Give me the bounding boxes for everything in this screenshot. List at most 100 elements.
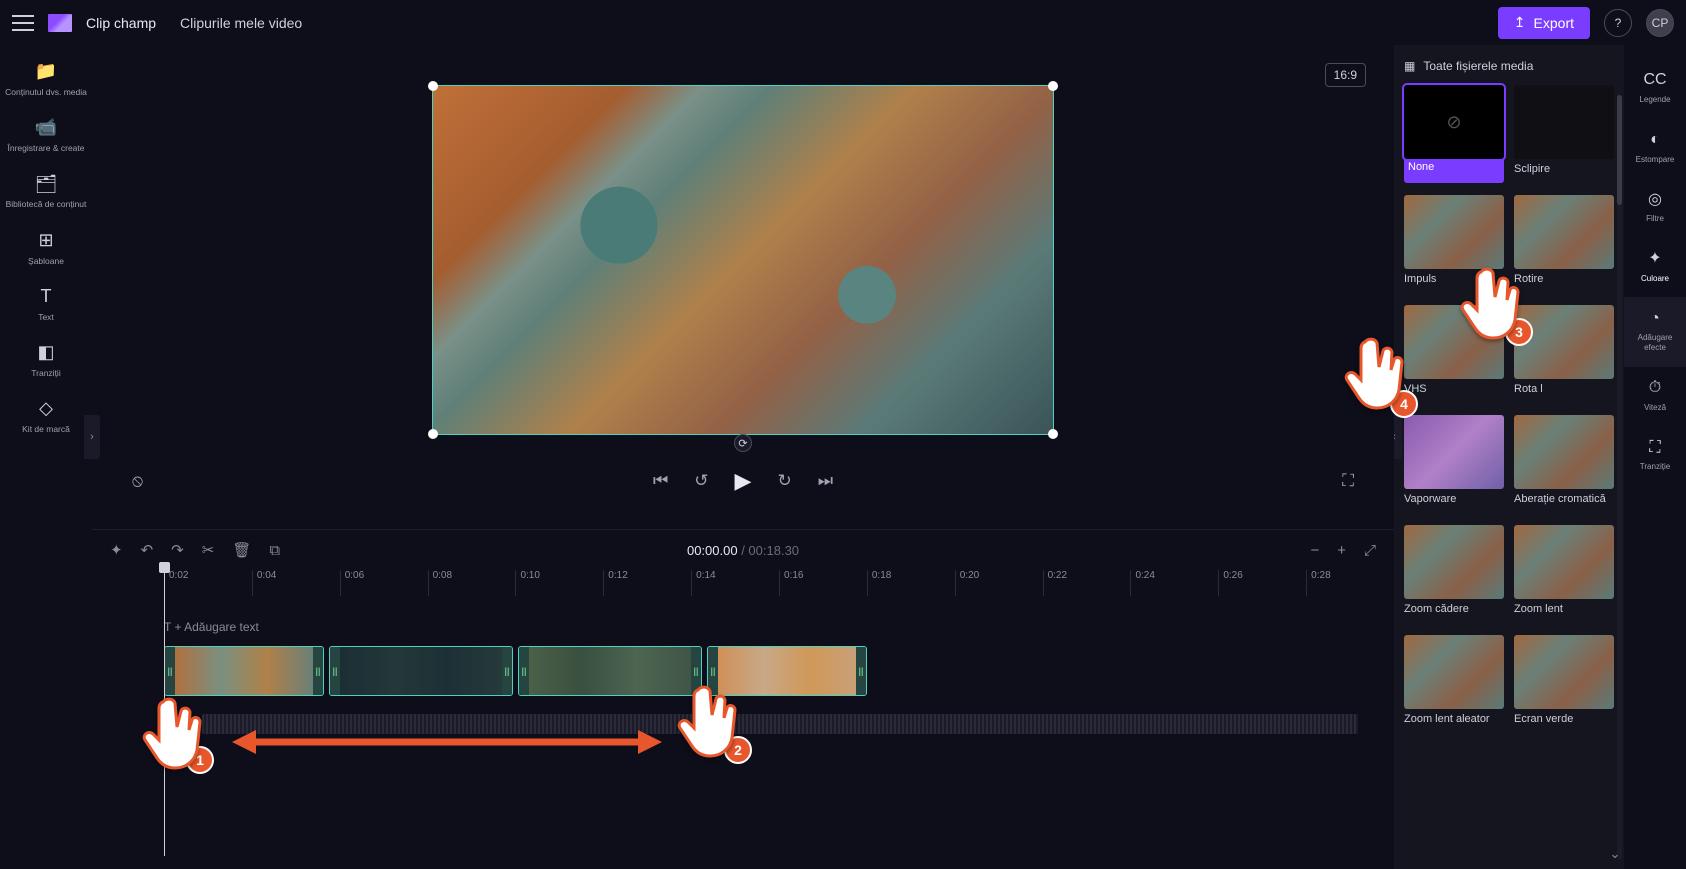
sidebar-item[interactable]: ⊞Șabloane — [0, 222, 92, 278]
panel-collapse-down-button[interactable]: ⌄ — [1604, 845, 1624, 863]
undo-button[interactable]: ↶ — [141, 541, 154, 559]
nav-icon: 📹 — [4, 117, 88, 139]
timecode: 00:00.00 / 00:18.30 — [687, 543, 799, 558]
aspect-ratio-button[interactable]: 16:9 — [1325, 63, 1366, 87]
effect-item[interactable]: Zoom lent — [1514, 525, 1614, 627]
upload-icon: ↥ — [1514, 14, 1526, 31]
skip-back-button[interactable]: ⏮ — [653, 471, 668, 491]
scrollbar[interactable] — [1617, 95, 1622, 859]
ruler-tick: 0:06 — [340, 570, 428, 596]
fit-button[interactable]: ⤢ — [1364, 542, 1376, 559]
split-button[interactable]: ✂ — [202, 541, 215, 559]
timeline-clip[interactable]: |||| — [329, 646, 513, 696]
timeline-clip[interactable]: |||| — [518, 646, 702, 696]
add-text-button[interactable]: T + Adăugare text — [164, 620, 1376, 634]
effect-thumbnail — [1514, 85, 1614, 159]
redo-button[interactable]: ↷ — [171, 541, 184, 559]
resize-handle-tr[interactable] — [1048, 81, 1058, 91]
effects-panel: ‹ ▦ Toate fișierele media ⊘NoneSclipireI… — [1394, 45, 1624, 869]
nav-label: Legende — [1626, 95, 1684, 105]
ruler-tick: 0:04 — [252, 570, 340, 596]
effect-label: Sclipire — [1514, 163, 1614, 187]
export-label: Export — [1534, 15, 1574, 31]
right-nav-item[interactable]: ⏱ Viteză — [1624, 367, 1686, 427]
app-logo — [48, 14, 72, 32]
breadcrumb[interactable]: Clipurile mele video — [170, 11, 312, 35]
effect-thumbnail — [1404, 525, 1504, 599]
export-button[interactable]: ↥ Export — [1498, 7, 1590, 39]
effect-item[interactable]: Rotire — [1514, 195, 1614, 297]
nav-icon: T — [4, 286, 88, 308]
preview-canvas[interactable]: ⟳ — [432, 85, 1054, 435]
nav-label: Adăugare efecte — [1626, 333, 1684, 352]
help-button[interactable]: ? — [1604, 9, 1632, 37]
effect-item[interactable]: Sclipire — [1514, 85, 1614, 187]
media-icon: ▦ — [1404, 59, 1415, 73]
duplicate-button[interactable]: ⧉ — [269, 542, 280, 559]
skip-forward-button[interactable]: ⏭ — [818, 471, 833, 491]
nav-icon: ✦ — [1626, 248, 1684, 270]
annotation-number: 3 — [1505, 318, 1533, 346]
sidebar-item[interactable]: 📹 Înregistrare & create — [0, 109, 92, 165]
effect-label: Zoom cădere — [1404, 603, 1504, 627]
effect-item[interactable]: Ecran verde — [1514, 635, 1614, 737]
delete-button[interactable]: 🗑 — [232, 541, 251, 559]
nav-icon: ⏱ — [1626, 377, 1684, 399]
right-nav-item[interactable]: ◐Estompare — [1624, 119, 1686, 179]
rotate-handle[interactable]: ⟳ — [734, 434, 752, 452]
effect-item[interactable]: Aberație cromatică — [1514, 415, 1614, 517]
magic-tool-button[interactable]: ✦ — [110, 541, 123, 559]
resize-handle-tl[interactable] — [428, 81, 438, 91]
sidebar-item[interactable]: ◇Kit de marcă — [0, 390, 92, 446]
effect-item[interactable]: VHS — [1404, 305, 1504, 407]
effect-item[interactable]: Zoom lent aleator — [1404, 635, 1504, 737]
resize-handle-bl[interactable] — [428, 429, 438, 439]
effect-item[interactable]: ⊘None — [1404, 85, 1504, 187]
resize-handle-br[interactable] — [1048, 429, 1058, 439]
panel-collapse-button[interactable]: ‹ — [1394, 415, 1402, 459]
playhead[interactable] — [164, 570, 165, 856]
timeline-clip[interactable]: |||| — [164, 646, 324, 696]
nav-icon: 🗂 — [4, 173, 88, 195]
effect-thumbnail — [1404, 305, 1504, 379]
camera-off-icon[interactable]: ⦸ — [132, 471, 143, 491]
right-sidebar: CCLegende◐Estompare◎Filtre✦Culoare ◔ Adăug… — [1624, 45, 1686, 869]
sidebar-item[interactable]: 📁Conținutul dvs. media — [0, 53, 92, 109]
nav-icon: ⛶ — [1626, 436, 1684, 458]
menu-button[interactable] — [12, 15, 34, 31]
effect-item[interactable]: Impuls — [1404, 195, 1504, 297]
effect-item[interactable]: Zoom cădere — [1404, 525, 1504, 627]
audio-waveform[interactable] — [202, 714, 1358, 734]
right-nav-item[interactable]: ✦Culoare — [1624, 238, 1686, 298]
effect-item[interactable]: Rota l — [1514, 305, 1614, 407]
nav-label: Viteză — [1626, 403, 1684, 413]
effect-thumbnail — [1514, 635, 1614, 709]
right-nav-item[interactable]: CCLegende — [1624, 59, 1686, 119]
nav-label: Tranziții — [4, 368, 88, 378]
avatar[interactable]: CP — [1646, 9, 1674, 37]
play-button[interactable]: ▶ — [735, 468, 752, 494]
add-audio-button[interactable]: + A — [178, 718, 194, 730]
forward-5-button[interactable]: ↻ — [777, 471, 791, 491]
fullscreen-button[interactable]: ⛶ — [1342, 471, 1354, 491]
nav-label: Tranziție — [1626, 462, 1684, 472]
effect-item[interactable]: Vaporware — [1404, 415, 1504, 517]
right-nav-item[interactable]: ⛶ Tranziție — [1624, 426, 1686, 486]
zoom-in-button[interactable]: + — [1337, 542, 1346, 559]
effect-label: VHS — [1404, 383, 1504, 407]
zoom-out-button[interactable]: − — [1310, 542, 1319, 559]
effect-label: Ecran verde — [1514, 713, 1614, 737]
right-nav-item[interactable]: ◔ Adăugare efecte — [1624, 297, 1686, 366]
effect-label: Rota l — [1514, 383, 1614, 407]
effect-label: Vaporware — [1404, 493, 1504, 517]
nav-label: Înregistrare & create — [4, 143, 88, 153]
sidebar-item[interactable]: 🗂Bibliotecă de conținut — [0, 165, 92, 221]
sidebar-item[interactable]: TText — [0, 278, 92, 334]
right-nav-item[interactable]: ◎Filtre — [1624, 178, 1686, 238]
rewind-5-button[interactable]: ↺ — [694, 471, 708, 491]
ruler-tick: 0:18 — [867, 570, 955, 596]
effect-label: Impuls — [1404, 273, 1504, 297]
sidebar-item[interactable]: ◧Tranziții — [0, 334, 92, 390]
nav-icon: ◔ — [1626, 307, 1684, 329]
timeline-clip[interactable]: |||| — [707, 646, 867, 696]
